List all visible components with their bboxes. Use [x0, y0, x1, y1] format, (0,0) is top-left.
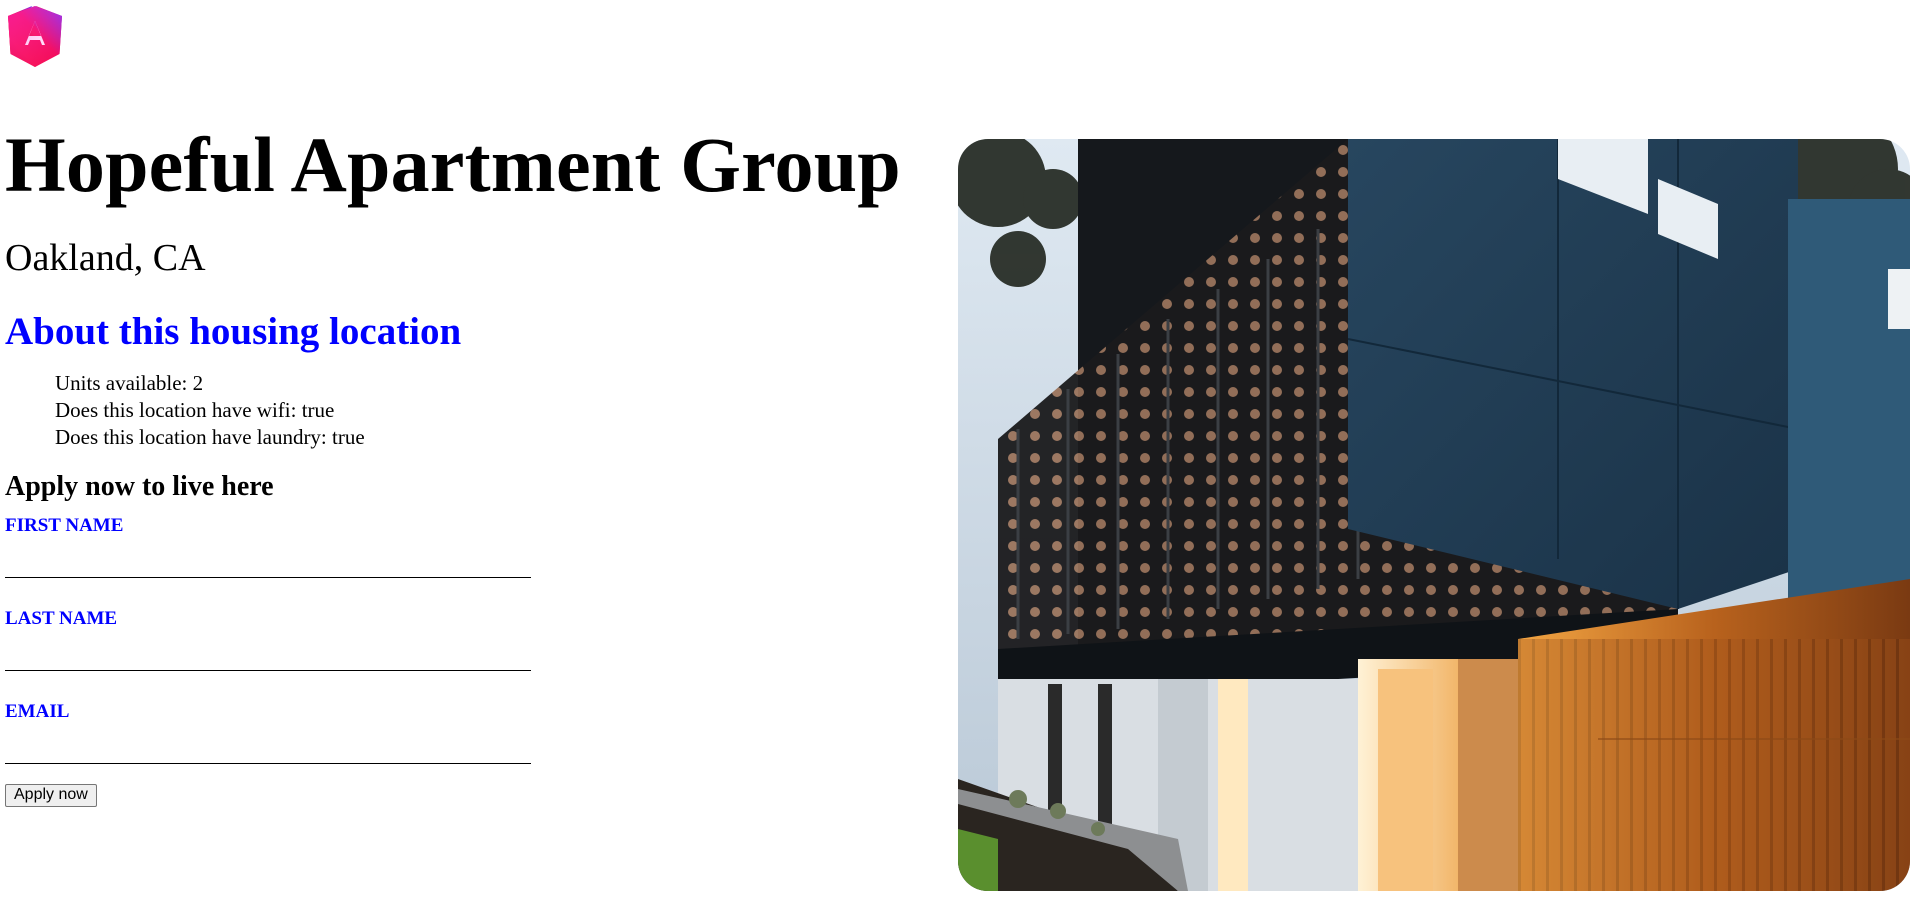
- email-label: EMAIL: [5, 701, 70, 723]
- listing-title: Hopeful Apartment Group: [5, 121, 901, 208]
- email-field[interactable]: [5, 737, 531, 765]
- first-name-field[interactable]: [5, 551, 531, 579]
- about-heading: About this housing location: [5, 310, 462, 354]
- feature-laundry: Does this location have laundry: true: [55, 425, 365, 450]
- last-name-label: LAST NAME: [5, 608, 118, 630]
- feature-wifi: Does this location have wifi: true: [55, 398, 335, 423]
- apply-heading: Apply now to live here: [5, 471, 274, 503]
- building-photo: [958, 139, 1910, 891]
- first-name-label: FIRST NAME: [5, 515, 124, 537]
- listing-location: Oakland, CA: [5, 236, 206, 279]
- last-name-field[interactable]: [5, 644, 531, 672]
- listing-details: Hopeful Apartment Group Oakland, CA Abou…: [5, 120, 945, 808]
- apply-form: FIRST NAME LAST NAME EMAIL Apply now: [5, 515, 945, 808]
- angular-logo-icon[interactable]: [6, 6, 64, 70]
- features-list: Units available: 2 Does this location ha…: [5, 370, 945, 451]
- apply-now-button[interactable]: Apply now: [5, 784, 97, 808]
- feature-units: Units available: 2: [55, 371, 204, 396]
